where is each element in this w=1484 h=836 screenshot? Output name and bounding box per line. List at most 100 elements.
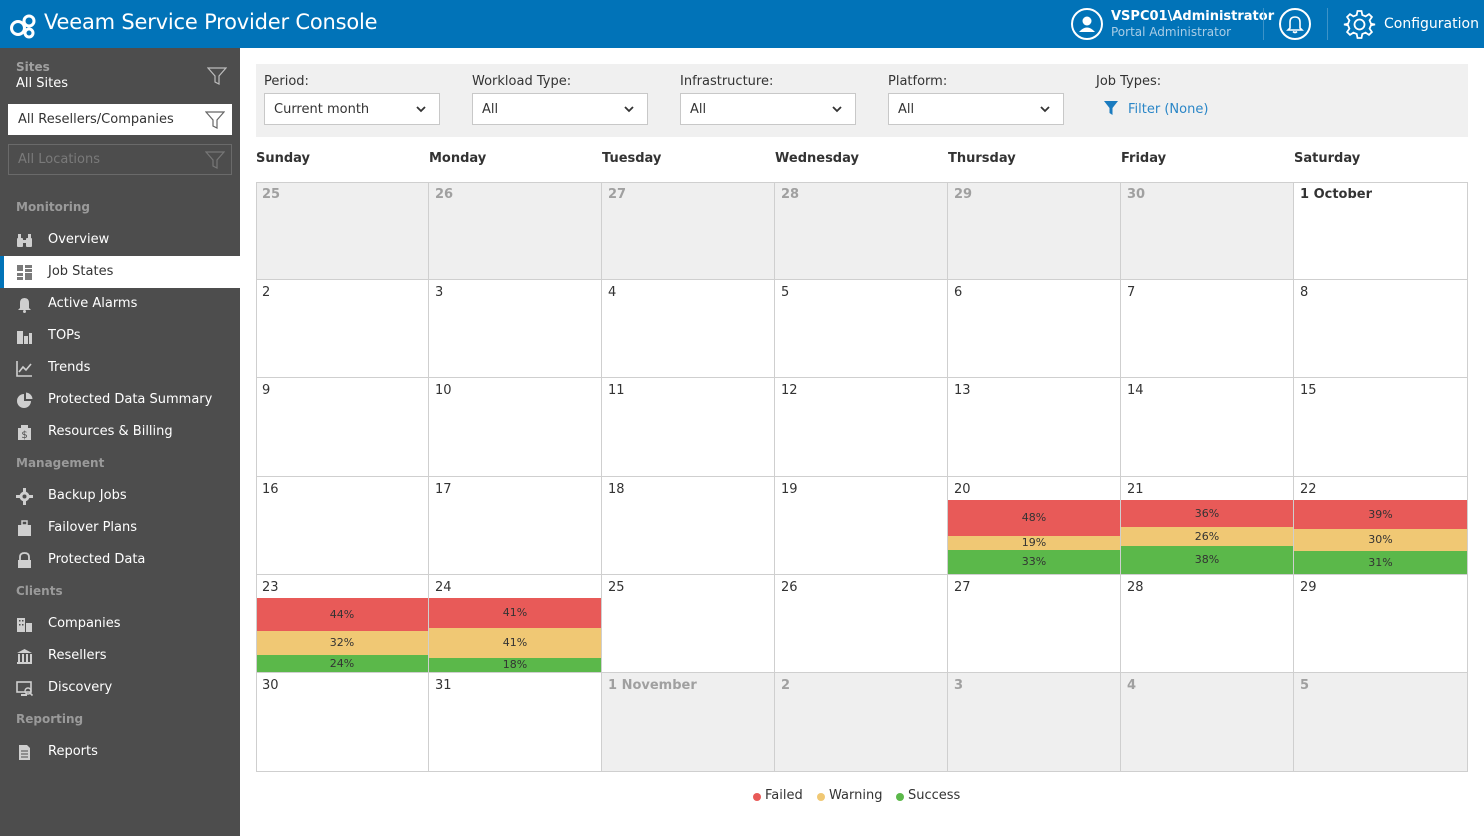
calendar-day-cell[interactable]: 20 48% 19% 33% [948, 477, 1121, 575]
workload-type-select[interactable]: All [472, 93, 648, 125]
sites-value[interactable]: All Sites [16, 76, 68, 91]
success-bar[interactable]: 18% [429, 658, 601, 672]
nav-item-active-alarms[interactable]: Active Alarms [0, 288, 240, 320]
failed-bar[interactable]: 39% [1294, 500, 1467, 529]
calendar-day-cell[interactable]: 13 [948, 378, 1121, 477]
locations-select[interactable]: All Locations [8, 144, 232, 175]
discovery-icon [16, 681, 33, 697]
calendar-day-cell[interactable]: 21 36% 26% 38% [1121, 477, 1294, 575]
success-bar[interactable]: 31% [1294, 551, 1467, 574]
success-bar[interactable]: 24% [256, 655, 428, 672]
calendar-day-cell[interactable]: 14 [1121, 378, 1294, 477]
calendar-day-cell[interactable]: 27 [948, 575, 1121, 673]
bell-icon [18, 298, 31, 313]
calendar-day-cell[interactable]: 23 44% 32% 24% [256, 575, 429, 673]
calendar-day-cell[interactable]: 2 [775, 673, 948, 772]
nav-item-resellers[interactable]: Resellers [0, 640, 240, 672]
failed-bar[interactable]: 44% [256, 598, 428, 631]
user-name[interactable]: VSPC01\Administrator [1111, 9, 1274, 24]
notifications-bell-icon[interactable] [1279, 8, 1311, 40]
calendar-day-cell[interactable]: 30 [256, 673, 429, 772]
calendar-day-cell[interactable]: 22 39% 30% 31% [1294, 477, 1468, 575]
day-number: 16 [262, 482, 279, 497]
calendar-day-cell[interactable]: 1 October [1294, 182, 1468, 280]
calendar-day-cell[interactable]: 7 [1121, 280, 1294, 378]
calendar-day-cell[interactable]: 5 [775, 280, 948, 378]
warning-bar[interactable]: 19% [948, 536, 1120, 550]
warning-bar[interactable]: 32% [256, 631, 428, 655]
warning-bar[interactable]: 26% [1121, 527, 1293, 546]
calendar-day-cell[interactable]: 26 [775, 575, 948, 673]
period-label: Period: [264, 74, 309, 89]
calendar-day-cell[interactable]: 6 [948, 280, 1121, 378]
calendar-day-cell[interactable]: 5 [1294, 673, 1468, 772]
nav-item-job-states[interactable]: Job States [0, 256, 240, 288]
success-bar[interactable]: 33% [948, 550, 1120, 574]
calendar-day-cell[interactable]: 2 [256, 280, 429, 378]
warning-bar[interactable]: 41% [429, 628, 601, 658]
calendar-day-cell[interactable]: 1 November [602, 673, 775, 772]
filter-funnel-icon[interactable] [1104, 100, 1118, 116]
nav-item-resources-billing[interactable]: $ Resources & Billing [0, 416, 240, 448]
nav-item-backup-jobs[interactable]: Backup Jobs [0, 480, 240, 512]
nav-item-discovery[interactable]: Discovery [0, 672, 240, 704]
calendar-day-cell[interactable]: 28 [775, 182, 948, 280]
calendar-day-cell[interactable]: 24 41% 41% 18% [429, 575, 602, 673]
calendar-day-cell[interactable]: 12 [775, 378, 948, 477]
resellers-companies-select[interactable]: All Resellers/Companies [8, 104, 232, 135]
weekday-header: Sunday [256, 151, 311, 166]
infrastructure-select[interactable]: All [680, 93, 856, 125]
calendar-day-cell[interactable]: 8 [1294, 280, 1468, 378]
calendar-day-cell[interactable]: 15 [1294, 378, 1468, 477]
job-types-filter-link[interactable]: Filter (None) [1128, 102, 1208, 117]
nav-item-protected-data[interactable]: Protected Data [0, 544, 240, 576]
day-number: 23 [262, 580, 279, 595]
calendar-day-cell[interactable]: 31 [429, 673, 602, 772]
nav-item-protected-data-summary[interactable]: Protected Data Summary [0, 384, 240, 416]
period-select[interactable]: Current month [264, 93, 440, 125]
binoculars-icon [17, 234, 32, 247]
calendar-day-cell[interactable]: 29 [948, 182, 1121, 280]
calendar-day-cell[interactable]: 4 [602, 280, 775, 378]
platform-select[interactable]: All [888, 93, 1064, 125]
day-number: 26 [781, 580, 798, 595]
success-bar[interactable]: 38% [1121, 546, 1293, 574]
calendar-day-cell[interactable]: 26 [429, 182, 602, 280]
nav-item-trends[interactable]: Trends [0, 352, 240, 384]
nav-label: Discovery [48, 680, 113, 695]
calendar-day-cell[interactable]: 30 [1121, 182, 1294, 280]
nav-item-reports[interactable]: Reports [0, 736, 240, 768]
failed-bar[interactable]: 36% [1121, 500, 1293, 527]
nav-item-failover-plans[interactable]: Failover Plans [0, 512, 240, 544]
calendar-day-cell[interactable]: 11 [602, 378, 775, 477]
nav-item-companies[interactable]: Companies [0, 608, 240, 640]
calendar-day-cell[interactable]: 3 [429, 280, 602, 378]
day-number: 5 [1300, 678, 1310, 693]
configuration-link[interactable]: Configuration [1384, 16, 1479, 32]
billing-icon: $ [18, 425, 31, 441]
calendar-day-cell[interactable]: 19 [775, 477, 948, 575]
nav-item-overview[interactable]: Overview [0, 224, 240, 256]
calendar-day-cell[interactable]: 25 [256, 182, 429, 280]
failed-bar[interactable]: 41% [429, 598, 601, 628]
calendar-day-cell[interactable]: 9 [256, 378, 429, 477]
sites-filter-icon[interactable] [207, 66, 227, 86]
calendar-day-cell[interactable]: 28 [1121, 575, 1294, 673]
calendar-day-cell[interactable]: 10 [429, 378, 602, 477]
user-avatar-icon[interactable] [1071, 8, 1103, 40]
gear-icon[interactable] [1343, 8, 1376, 41]
calendar-day-cell[interactable]: 3 [948, 673, 1121, 772]
calendar-day-cell[interactable]: 16 [256, 477, 429, 575]
calendar-day-cell[interactable]: 29 [1294, 575, 1468, 673]
calendar-day-cell[interactable]: 25 [602, 575, 775, 673]
warning-bar[interactable]: 30% [1294, 529, 1467, 551]
header-divider [1327, 8, 1328, 40]
calendar-day-cell[interactable]: 17 [429, 477, 602, 575]
nav-item-tops[interactable]: TOPs [0, 320, 240, 352]
failed-bar[interactable]: 48% [948, 500, 1120, 536]
calendar-day-cell[interactable]: 18 [602, 477, 775, 575]
calendar-day-cell[interactable]: 27 [602, 182, 775, 280]
veeam-logo-icon[interactable] [8, 9, 38, 39]
nav-label: Active Alarms [48, 296, 138, 311]
calendar-day-cell[interactable]: 4 [1121, 673, 1294, 772]
